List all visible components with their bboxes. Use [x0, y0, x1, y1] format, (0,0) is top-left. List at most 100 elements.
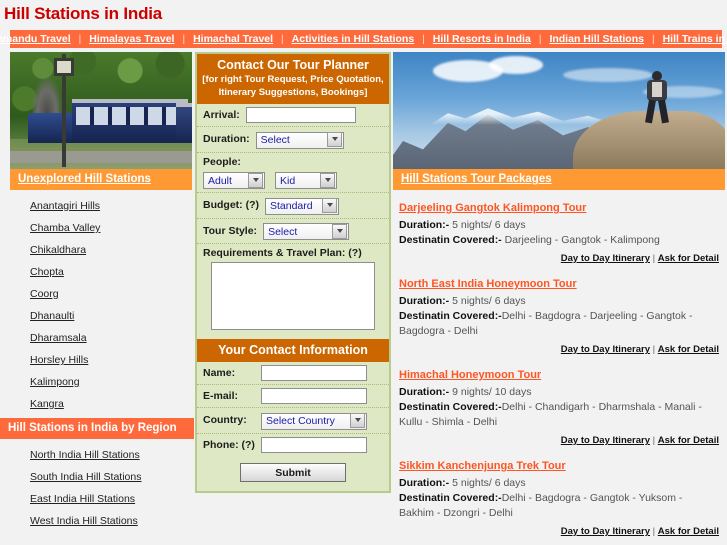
- duration-label: Duration:: [203, 133, 250, 146]
- sidebar-item-kalimpong[interactable]: Kalimpong: [30, 376, 80, 388]
- sidebar-item-east-india-hill-stations[interactable]: East India Hill Stations: [30, 493, 135, 505]
- package-duration-line: Duration:- 5 nights/ 6 days: [399, 218, 719, 233]
- requirements-label: Requirements & Travel Plan: (?): [203, 247, 362, 259]
- budget-select[interactable]: Standard: [264, 197, 339, 215]
- nav-link-himachal-travel[interactable]: Himachal Travel: [185, 33, 281, 45]
- tour-style-select[interactable]: Select: [263, 223, 350, 240]
- list-item[interactable]: Kalimpong: [0, 370, 194, 392]
- sidebar-item-anantagiri-hills[interactable]: Anantagiri Hills: [30, 200, 100, 212]
- day-to-day-itinerary-link[interactable]: Day to Day Itinerary: [561, 253, 650, 264]
- sidebar-item-north-india-hill-stations[interactable]: North India Hill Stations: [30, 449, 140, 461]
- middle-column: Contact Our Tour Planner [for right Tour…: [195, 52, 391, 493]
- form-row-country: Country: Select Country: [197, 408, 389, 434]
- form-row-name: Name:: [197, 362, 389, 385]
- ask-for-detail-link[interactable]: Ask for Detail: [658, 526, 719, 537]
- sidebar-item-coorg[interactable]: Coorg: [30, 288, 59, 300]
- destination-label: Destinatin Covered:-: [399, 401, 502, 413]
- duration-label: Duration:-: [399, 295, 450, 307]
- nav-link-kathmandu-travel[interactable]: Kathmandu Travel: [0, 33, 79, 45]
- requirements-textarea[interactable]: [211, 262, 375, 330]
- sidebar-item-chamba-valley[interactable]: Chamba Valley: [30, 222, 100, 234]
- day-to-day-itinerary-link[interactable]: Day to Day Itinerary: [561, 344, 650, 355]
- kid-select-wrapper[interactable]: Kid: [275, 171, 337, 189]
- package-destination-line: Destinatin Covered:- Darjeeling - Gangto…: [399, 233, 719, 248]
- list-item[interactable]: South India Hill Stations: [0, 465, 194, 487]
- package-title-himachal-honeymoon-tour[interactable]: Himachal Honeymoon Tour: [399, 369, 541, 381]
- list-item[interactable]: Dharamsala: [0, 326, 194, 348]
- ask-for-detail-link[interactable]: Ask for Detail: [658, 253, 719, 264]
- tour-style-select-wrapper[interactable]: Select: [263, 222, 350, 240]
- sidebar-item-chikaldhara[interactable]: Chikaldhara: [30, 244, 86, 256]
- top-navigation[interactable]: Kathmandu Travel | Himalayas Travel | Hi…: [0, 30, 727, 48]
- email-input[interactable]: [261, 388, 367, 404]
- arrival-input[interactable]: [245, 107, 356, 123]
- kid-select[interactable]: Kid: [275, 172, 337, 189]
- submit-button[interactable]: Submit: [240, 463, 346, 482]
- tour-style-label: Tour Style:: [203, 224, 258, 237]
- nav-link-himalayas-travel[interactable]: Himalayas Travel: [81, 33, 182, 45]
- sidebar-item-chopta[interactable]: Chopta: [30, 266, 64, 278]
- sidebar-item-dharamsala[interactable]: Dharamsala: [30, 332, 87, 344]
- duration-select-wrapper[interactable]: Select: [255, 130, 344, 149]
- nav-link-hill-trains-in-india[interactable]: Hill Trains in India: [655, 33, 727, 45]
- link-separator: |: [652, 526, 656, 537]
- list-item[interactable]: Horsley Hills: [0, 348, 194, 370]
- list-item[interactable]: North India Hill Stations: [0, 443, 194, 465]
- day-to-day-itinerary-link[interactable]: Day to Day Itinerary: [561, 435, 650, 446]
- train-coach: [72, 99, 188, 143]
- form-subheading-line1: [for right Tour Request, Price Quotation…: [202, 74, 384, 85]
- nav-link-indian-hill-stations[interactable]: Indian Hill Stations: [541, 33, 652, 45]
- list-item[interactable]: Dhanaulti: [0, 304, 194, 326]
- list-item[interactable]: Chikaldhara: [0, 238, 194, 260]
- package-item: North East India Honeymoon Tour Duration…: [397, 266, 721, 357]
- content-columns: Unexplored Hill Stations Anantagiri Hill…: [0, 48, 727, 545]
- budget-select-wrapper[interactable]: Standard: [264, 196, 339, 215]
- train-coach-second: [176, 103, 192, 143]
- list-item[interactable]: Anantagiri Hills: [0, 194, 194, 216]
- day-to-day-itinerary-link[interactable]: Day to Day Itinerary: [561, 526, 650, 537]
- package-destination-line: Destinatin Covered:-Delhi - Chandigarh -…: [399, 400, 719, 430]
- mountain-trekker-photo: [393, 52, 725, 169]
- duration-label: Duration:-: [399, 477, 450, 489]
- figure-leg-left: [645, 99, 656, 124]
- list-item[interactable]: Chopta: [0, 260, 194, 282]
- adult-select[interactable]: Adult: [203, 172, 265, 189]
- people-label: People:: [203, 155, 241, 168]
- country-select-wrapper[interactable]: Select Country: [261, 411, 367, 430]
- duration-value: 5 nights/ 6 days: [452, 295, 526, 307]
- smoke-plume: [32, 77, 62, 117]
- country-select[interactable]: Select Country: [261, 412, 367, 430]
- sidebar-item-west-india-hill-stations[interactable]: West India Hill Stations: [30, 515, 138, 527]
- toy-train-photo: [10, 52, 192, 169]
- list-item[interactable]: Coorg: [0, 282, 194, 304]
- name-input[interactable]: [261, 365, 367, 381]
- ask-for-detail-link[interactable]: Ask for Detail: [658, 435, 719, 446]
- nav-link-activities-in-hill-stations[interactable]: Activities in Hill Stations: [284, 33, 423, 45]
- package-title-north-east-india-honeymoon-tour[interactable]: North East India Honeymoon Tour: [399, 278, 577, 290]
- sidebar-item-kangra[interactable]: Kangra: [30, 398, 64, 410]
- duration-select[interactable]: Select: [255, 131, 344, 149]
- package-links: Day to Day Itinerary | Ask for Detail: [399, 344, 719, 355]
- adult-select-wrapper[interactable]: Adult: [203, 171, 265, 189]
- sidebar-item-dhanaulti[interactable]: Dhanaulti: [30, 310, 74, 322]
- destination-label: Destinatin Covered:-: [399, 492, 502, 504]
- list-item[interactable]: East India Hill Stations: [0, 487, 194, 509]
- ask-for-detail-link[interactable]: Ask for Detail: [658, 344, 719, 355]
- sidebar-item-south-india-hill-stations[interactable]: South India Hill Stations: [30, 471, 141, 483]
- sidebar-item-horsley-hills[interactable]: Horsley Hills: [30, 354, 88, 366]
- destination-label: Destinatin Covered:-: [399, 310, 502, 322]
- form-row-tour-style: Tour Style: Select: [197, 219, 389, 244]
- form-row-email: E-mail:: [197, 385, 389, 408]
- duration-value: 5 nights/ 6 days: [452, 477, 526, 489]
- list-item[interactable]: Kangra: [0, 392, 194, 414]
- list-item[interactable]: West India Hill Stations: [0, 509, 194, 531]
- list-item[interactable]: Chamba Valley: [0, 216, 194, 238]
- form-row-people: People: Adult Kid: [197, 153, 389, 193]
- phone-input[interactable]: [261, 436, 367, 453]
- package-links: Day to Day Itinerary | Ask for Detail: [399, 526, 719, 537]
- coach-windows: [76, 107, 184, 125]
- package-title-sikkim-kanchenjunga-trek-tour[interactable]: Sikkim Kanchenjunga Trek Tour: [399, 460, 566, 472]
- nav-link-hill-resorts-in-india[interactable]: Hill Resorts in India: [425, 33, 539, 45]
- package-title-darjeeling-gangtok-kalimpong-tour[interactable]: Darjeeling Gangtok Kalimpong Tour: [399, 202, 586, 214]
- sidebar-heading-unexplored: Unexplored Hill Stations: [10, 169, 192, 190]
